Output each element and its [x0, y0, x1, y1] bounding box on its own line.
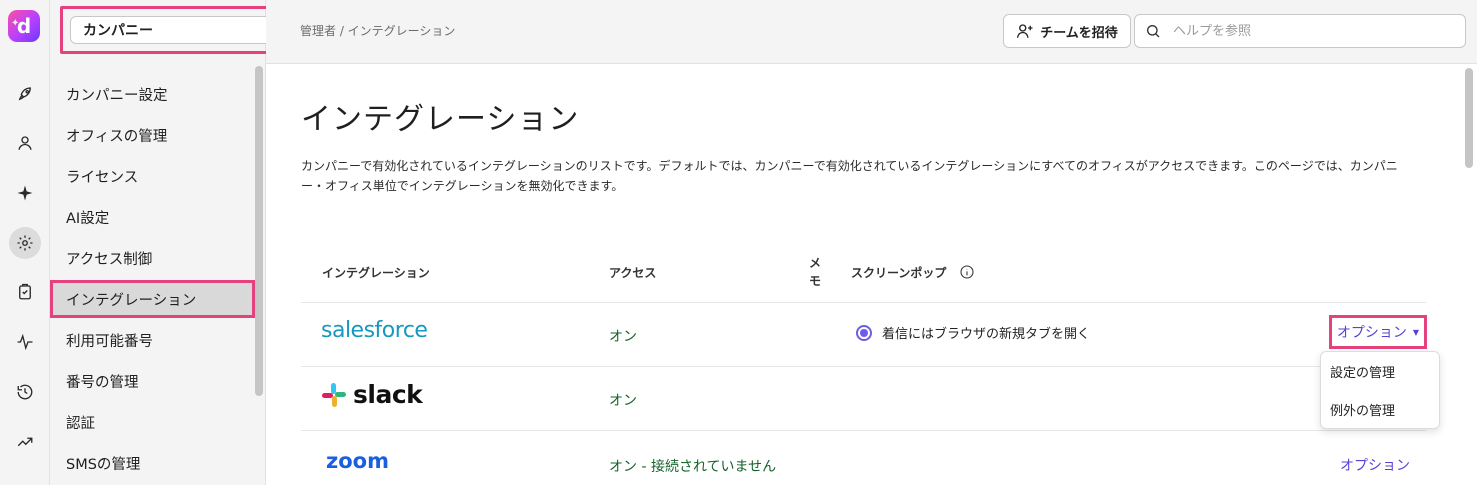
help-search[interactable]	[1134, 14, 1466, 48]
app-logo[interactable]: ✦ d	[8, 10, 40, 42]
column-header-memo: メモ	[809, 256, 822, 288]
screenpop-radio[interactable]	[856, 325, 872, 341]
salesforce-logo: salesforce	[321, 318, 428, 343]
menu-item-manage-settings[interactable]: 設定の管理	[1330, 362, 1395, 381]
sparkle-icon[interactable]	[9, 177, 41, 209]
sidebar-item-number-management[interactable]: 番号の管理	[66, 371, 139, 393]
sparkle-icon: ✦	[11, 18, 20, 29]
settings-sidebar: カンパニー カンパニー設定 オフィスの管理 ライセンス AI設定 アクセス制御 …	[50, 0, 304, 485]
table-divider	[301, 430, 1426, 431]
gear-icon[interactable]	[9, 227, 41, 259]
company-select[interactable]: カンパニー	[70, 16, 294, 44]
sidebar-item-authentication[interactable]: 認証	[66, 412, 95, 434]
slack-logo: slack	[321, 380, 423, 409]
sidebar-scrollbar[interactable]	[255, 66, 263, 396]
zoom-access: オン - 接続されていません	[609, 459, 777, 475]
breadcrumb: 管理者 / インテグレーション	[300, 24, 456, 38]
screenpop-radio-label: 着信にはブラウザの新規タブを開く	[882, 327, 1091, 342]
main-scrollbar[interactable]	[1465, 68, 1473, 168]
help-search-input[interactable]	[1171, 22, 1451, 40]
search-icon	[1147, 25, 1160, 38]
column-header-screenpop-label: スクリーンポップ	[851, 266, 947, 280]
main-content: インテグレーション カンパニーで有効化されているインテグレーションのリストです。…	[266, 64, 1477, 485]
menu-item-manage-exceptions[interactable]: 例外の管理	[1330, 400, 1395, 419]
salesforce-options-button[interactable]: オプション ▼	[1329, 315, 1427, 349]
activity-icon[interactable]	[9, 326, 41, 358]
caret-down-icon: ▼	[1412, 327, 1420, 337]
sidebar-item-integrations[interactable]: インテグレーション	[50, 280, 255, 318]
history-icon[interactable]	[9, 376, 41, 408]
add-user-icon	[1017, 24, 1033, 38]
invite-team-button[interactable]: チームを招待	[1003, 14, 1131, 48]
table-divider	[301, 302, 1426, 303]
page-title: インテグレーション	[301, 102, 580, 137]
invite-team-label: チームを招待	[1040, 25, 1118, 41]
clipboard-icon[interactable]	[9, 276, 41, 308]
salesforce-access: オン	[609, 329, 637, 345]
page-description: カンパニーで有効化されているインテグレーションのリストです。デフォルトでは、カン…	[301, 159, 1398, 193]
slack-access: オン	[609, 393, 637, 409]
zoom-options-button[interactable]: オプション	[1340, 455, 1410, 475]
sidebar-item-license[interactable]: ライセンス	[66, 166, 138, 188]
slack-mark-icon	[322, 382, 346, 407]
column-header-integration: インテグレーション	[322, 266, 430, 280]
top-header: 管理者 / インテグレーション チームを招待	[266, 0, 1477, 64]
table-divider	[301, 366, 1426, 367]
zoom-logo: zoom	[326, 449, 389, 473]
column-header-access: アクセス	[609, 266, 657, 280]
options-dropdown-menu: 設定の管理 例外の管理	[1320, 351, 1440, 429]
sidebar-item-sms-management[interactable]: SMSの管理	[66, 453, 140, 475]
company-select-value: カンパニー	[83, 23, 153, 39]
column-header-screenpop: スクリーンポップ	[851, 264, 975, 283]
sidebar-item-access-control[interactable]: アクセス制御	[66, 248, 152, 270]
sidebar-item-office-management[interactable]: オフィスの管理	[66, 125, 167, 147]
trend-icon[interactable]	[9, 426, 41, 458]
app-rail: ✦ d	[0, 0, 50, 485]
sidebar-item-available-numbers[interactable]: 利用可能番号	[66, 330, 153, 352]
slack-logo-text: slack	[353, 380, 423, 409]
user-icon[interactable]	[9, 127, 41, 159]
info-icon[interactable]	[959, 264, 975, 283]
sidebar-item-ai-settings[interactable]: AI設定	[66, 207, 109, 229]
salesforce-options-label: オプション	[1336, 325, 1407, 341]
sidebar-item-company-settings[interactable]: カンパニー設定	[66, 84, 168, 106]
rocket-icon[interactable]	[9, 78, 41, 110]
